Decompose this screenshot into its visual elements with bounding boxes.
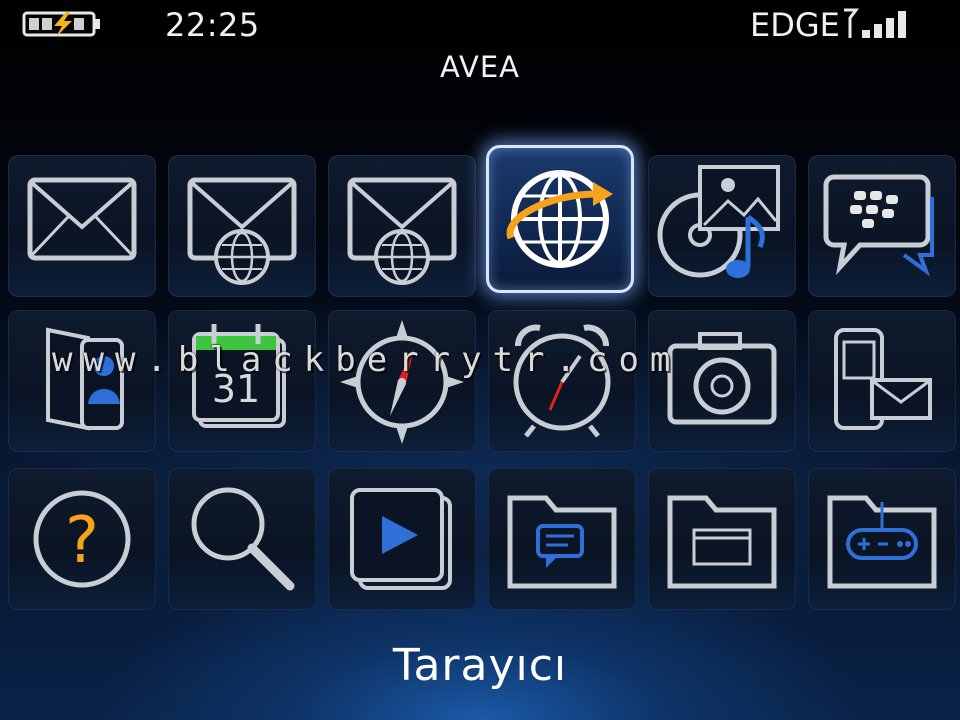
app-browser[interactable] [486,145,634,293]
app-help[interactable]: ? [8,468,156,610]
app-clock[interactable] [488,310,636,452]
contacts-icon [46,327,124,431]
folder-games-icon [827,495,937,589]
app-folder-apps[interactable] [648,468,796,610]
clock-icon [513,324,611,438]
app-search[interactable] [168,468,316,610]
search-icon [191,487,295,591]
app-videos[interactable] [328,468,476,610]
app-media[interactable] [648,155,796,297]
calendar-icon: 31 [192,324,286,428]
bbm-icon [823,174,934,277]
envelope-globe-icon [347,177,457,285]
app-messages[interactable] [8,155,156,297]
envelope-icon [27,177,137,261]
folder-window-icon [667,495,777,589]
app-email-1[interactable] [168,155,316,297]
app-camera[interactable] [648,310,796,452]
watermark-overlay: www.blackberrytr.com [52,340,682,380]
app-bbm[interactable] [808,155,956,297]
app-email-2[interactable] [328,155,476,297]
globe-icon [506,170,613,268]
media-icon [657,165,780,278]
app-maps[interactable] [328,310,476,452]
app-contacts[interactable] [8,310,156,452]
app-folder-messages[interactable] [488,468,636,610]
app-phone-messages[interactable] [808,310,956,452]
help-glyph: ? [65,504,99,578]
phone-messages-icon [834,328,932,430]
app-folder-games[interactable] [808,468,956,610]
compass-icon [340,320,464,444]
selected-app-label: Tarayıcı [392,640,568,691]
help-icon: ? [33,490,131,588]
envelope-globe-icon [187,177,297,285]
folder-messages-icon [507,495,617,589]
video-play-icon [350,488,452,590]
camera-icon [667,332,777,425]
app-calendar[interactable]: 31 [168,310,316,452]
